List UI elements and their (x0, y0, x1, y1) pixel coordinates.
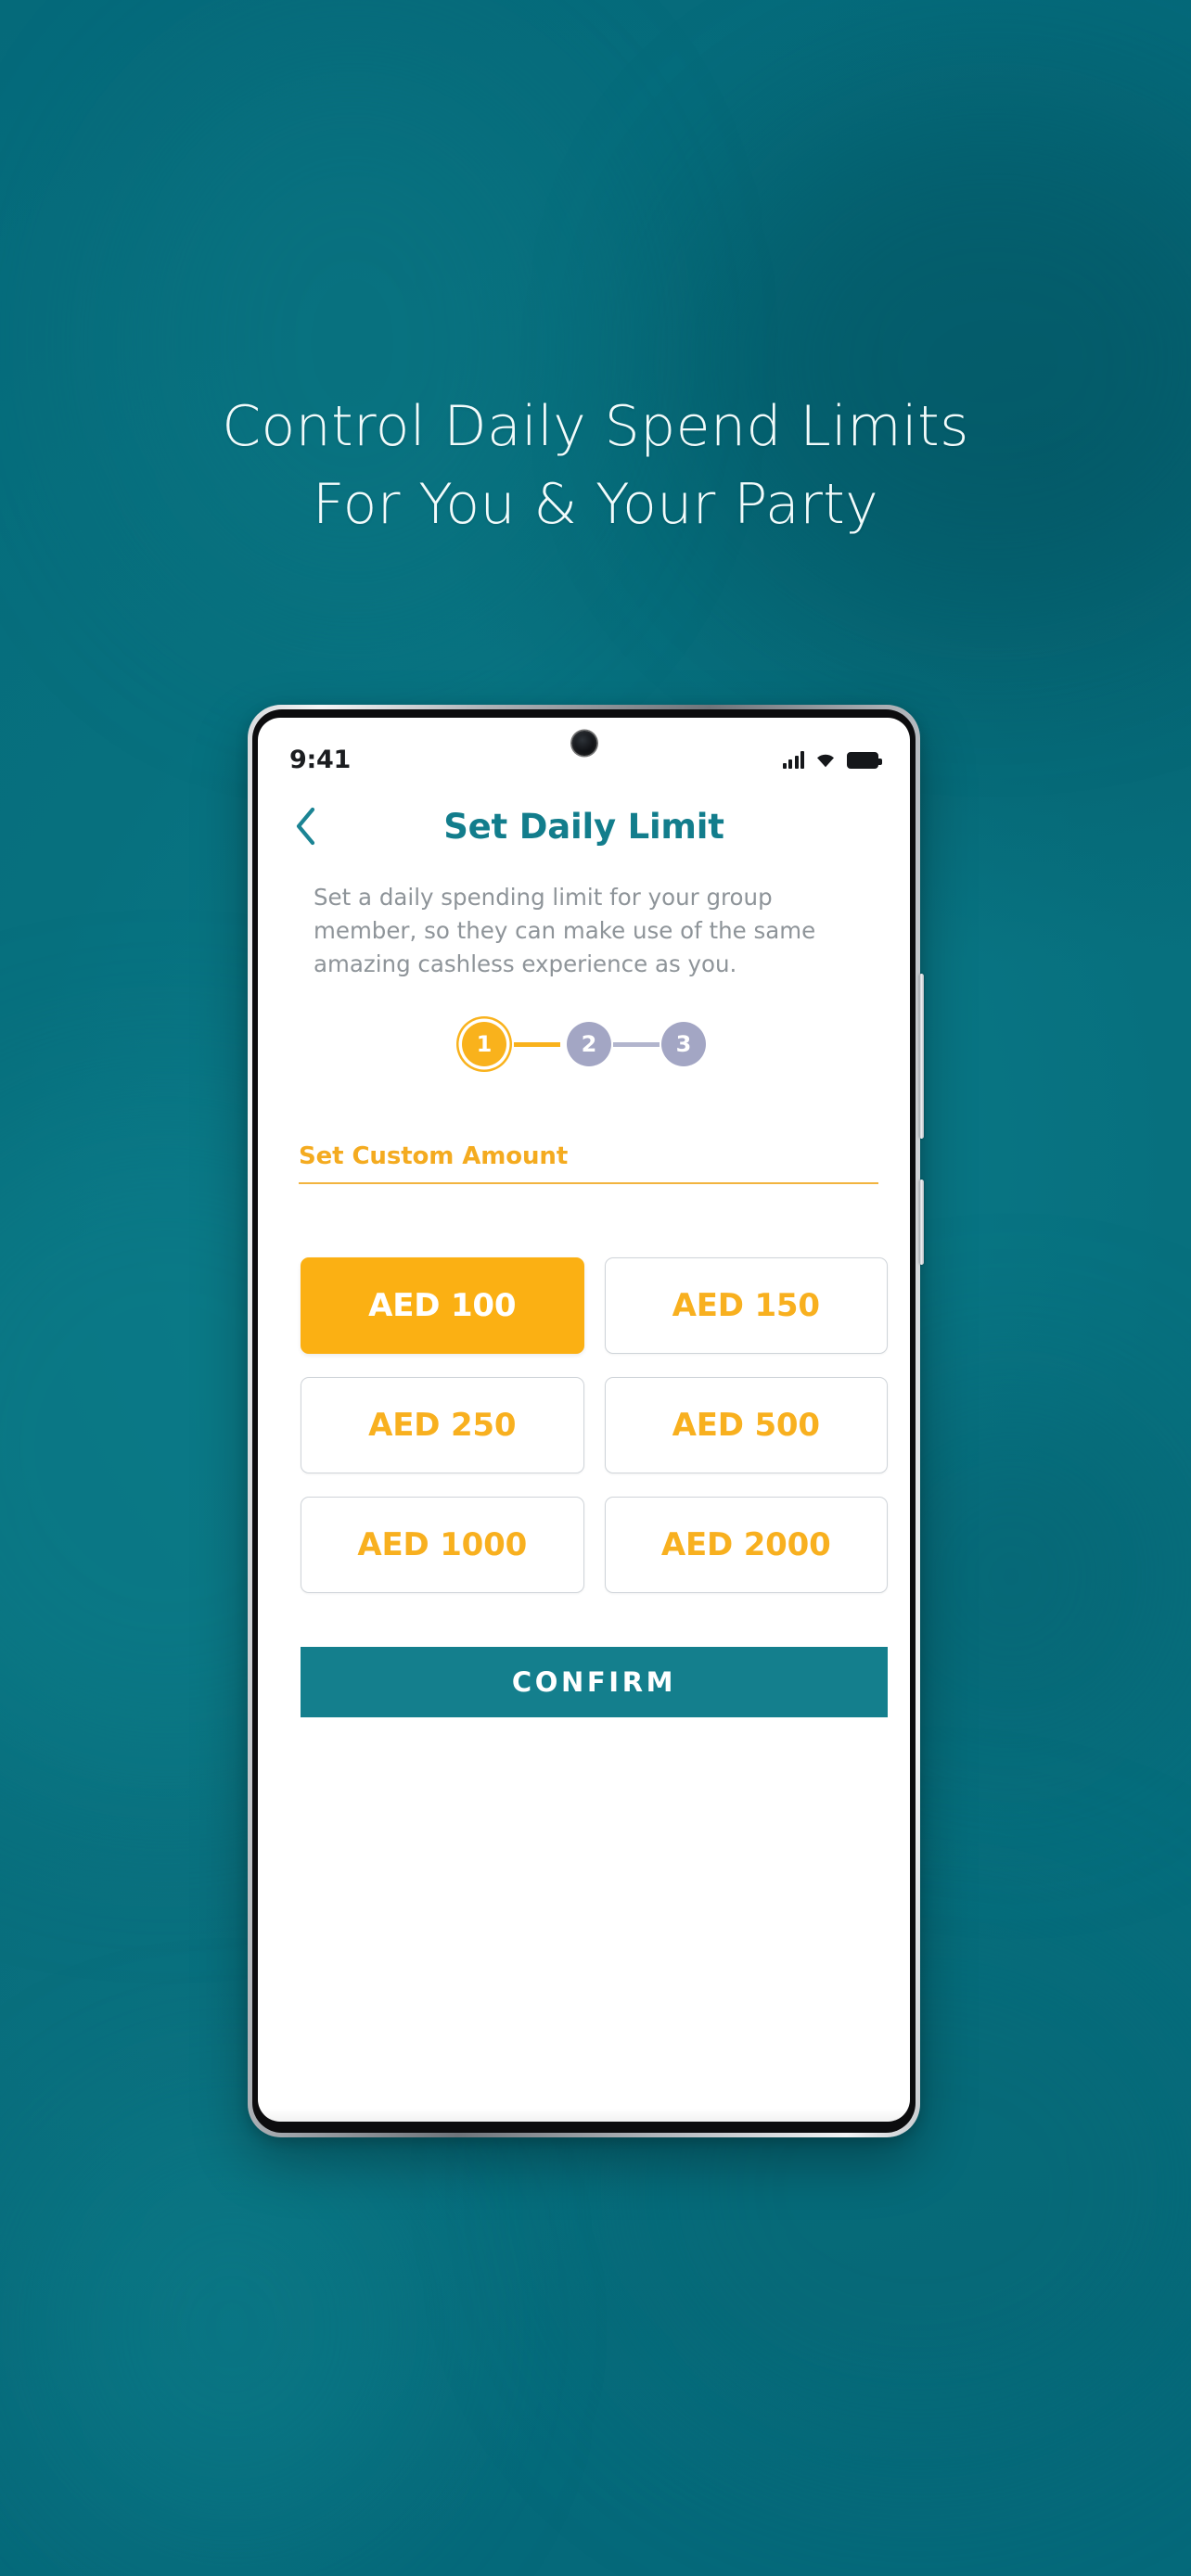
amount-option-500[interactable]: AED 500 (604, 1377, 888, 1473)
headline-line-2: For You & Your Party (312, 472, 879, 537)
amount-option-250[interactable]: AED 250 (301, 1377, 584, 1473)
phone-screen: 9:41 Set Daily Limit Set a daily spendin… (258, 718, 910, 2122)
screen-description: Set a daily spending limit for your grou… (314, 884, 816, 977)
headline-line-1: Control Daily Spend Limits (222, 394, 969, 459)
amount-option-100[interactable]: AED 100 (301, 1257, 584, 1354)
confirm-button[interactable]: CONFIRM (301, 1647, 888, 1717)
promo-page: Control Daily Spend Limits For You & You… (0, 0, 1191, 2576)
phone-mockup: 9:41 Set Daily Limit Set a daily spendin… (248, 705, 924, 2137)
promo-headline: Control Daily Spend Limits For You & You… (0, 388, 1191, 543)
amount-options-grid: AED 100 AED 150 AED 250 AED 500 AED 1000… (301, 1257, 888, 1593)
background-blob (111, 56, 594, 631)
front-camera-icon (571, 731, 596, 756)
status-bar-icons (782, 750, 882, 769)
background-blob (37, 2114, 427, 2541)
step-connector-1-2 (514, 1041, 560, 1047)
power-button[interactable] (919, 1180, 924, 1265)
custom-amount-label[interactable]: Set Custom Amount (299, 1142, 878, 1182)
amount-option-150[interactable]: AED 150 (604, 1257, 888, 1354)
step-1[interactable]: 1 (462, 1022, 506, 1066)
screen-bottom-shading (258, 2109, 910, 2122)
status-bar-time: 9:41 (289, 745, 351, 774)
volume-rocker-button[interactable] (919, 974, 924, 1139)
amount-option-2000[interactable]: AED 2000 (604, 1497, 888, 1593)
chevron-left-icon[interactable] (284, 802, 327, 850)
page-title: Set Daily Limit (443, 806, 724, 847)
app-header: Set Daily Limit (258, 790, 910, 862)
step-3[interactable]: 3 (661, 1022, 706, 1066)
battery-full-icon (847, 752, 882, 769)
wifi-icon (814, 750, 837, 769)
custom-amount-divider (299, 1182, 878, 1184)
phone-bezel: 9:41 Set Daily Limit Set a daily spendin… (252, 709, 916, 2133)
amount-option-1000[interactable]: AED 1000 (301, 1497, 584, 1593)
step-indicator: 1 2 3 (258, 1022, 910, 1066)
step-2[interactable]: 2 (567, 1022, 611, 1066)
custom-amount-section: Set Custom Amount (258, 1142, 910, 1184)
step-connector-2-3 (613, 1041, 660, 1047)
signal-bars-icon (782, 750, 804, 769)
